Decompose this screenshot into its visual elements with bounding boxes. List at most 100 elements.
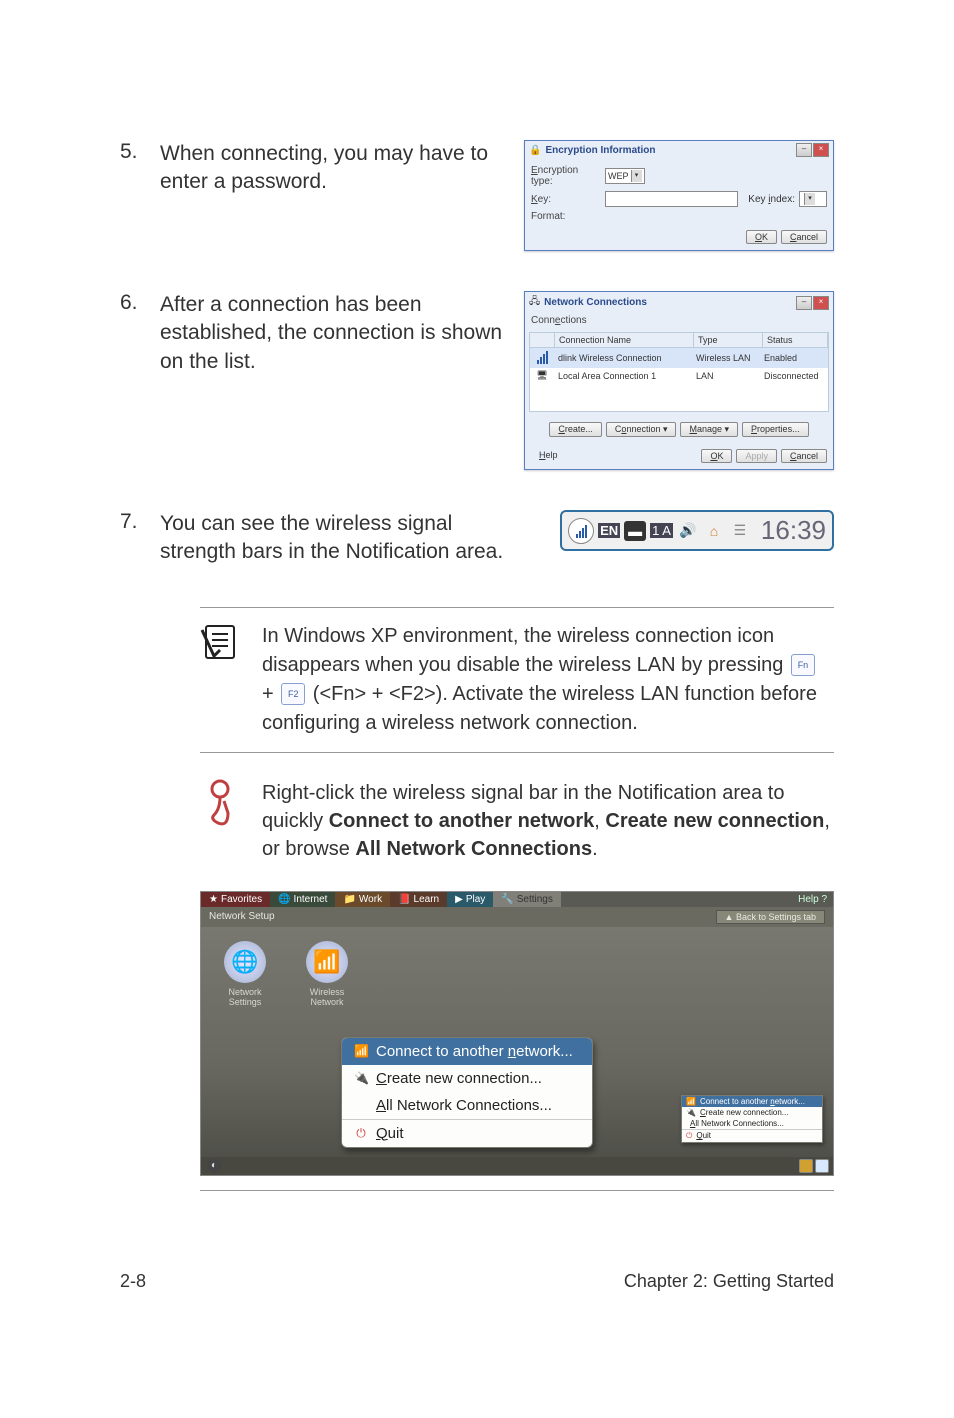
launcher-window: ★Favorites 🌐Internet 📁Work 📕Learn ▶Play … xyxy=(200,891,834,1176)
ctx-quit[interactable]: ⏻ Quit xyxy=(342,1119,592,1147)
divider xyxy=(200,1190,834,1191)
fn-key-icon: Fn xyxy=(791,654,815,676)
desktop-icon-wireless-network[interactable]: 📶 Wireless Network xyxy=(297,941,357,1007)
shield-icon: ⌂ xyxy=(703,521,725,541)
tab-work[interactable]: 📁Work xyxy=(335,892,390,907)
step-number: 5. xyxy=(120,140,160,164)
lang-indicator[interactable]: EN xyxy=(598,523,620,538)
step-6: 6. After a connection has been establish… xyxy=(120,291,834,470)
help-link[interactable]: Help ? xyxy=(792,892,833,907)
mini-ctx-all[interactable]: All Network Connections... xyxy=(682,1118,822,1129)
ctx-all-connections[interactable]: All Network Connections... xyxy=(342,1092,592,1119)
create-button[interactable]: Create... xyxy=(549,422,602,437)
cancel-button[interactable]: Cancel xyxy=(781,449,827,463)
minimize-button[interactable]: – xyxy=(796,296,812,310)
network-globe-icon: 🌐 xyxy=(224,941,266,983)
note-icon xyxy=(200,622,242,667)
encryption-dialog-figure: 🔒 Encryption Information – × EEncryption… xyxy=(524,140,834,251)
tab-learn[interactable]: 📕Learn xyxy=(390,892,447,907)
minimize-button[interactable]: – xyxy=(796,143,812,157)
chevron-down-icon: ▾ xyxy=(631,170,642,182)
key-label: Key: xyxy=(531,194,601,205)
start-button[interactable]: ◐ xyxy=(207,1159,221,1173)
globe-icon: 🌐 xyxy=(278,894,290,905)
ok-button[interactable]: OK xyxy=(701,449,732,463)
apply-button[interactable]: Apply xyxy=(736,449,777,463)
page-number: 2-8 xyxy=(120,1271,146,1292)
col-name: Connection Name xyxy=(555,333,694,347)
context-menu: 📶 Connect to another network... 🔌 Create… xyxy=(341,1037,593,1148)
dialog-titlebar: 🖧 Network Connections – × xyxy=(525,292,833,313)
play-icon: ▶ xyxy=(455,894,463,905)
table-row[interactable]: 🖥 Local Area Connection 1 LAN Disconnect… xyxy=(530,368,828,383)
mini-ctx-quit[interactable]: ⏻Quit xyxy=(682,1129,822,1142)
ctx-create-connection[interactable]: 🔌 Create new connection... xyxy=(342,1065,592,1092)
dialog-titlebar: 🔒 Encryption Information – × xyxy=(525,141,833,159)
indicator-1a: 1 A xyxy=(650,523,673,538)
close-button[interactable]: × xyxy=(813,296,829,310)
cancel-button[interactable]: Cancel xyxy=(781,230,827,244)
ctx-connect-another[interactable]: 📶 Connect to another network... xyxy=(342,1038,592,1065)
menu-connections[interactable]: Connections xyxy=(525,313,833,328)
wrench-icon: 🔧 xyxy=(501,894,513,905)
encryption-dialog: 🔒 Encryption Information – × EEncryption… xyxy=(524,140,834,251)
chevron-down-icon: ▾ xyxy=(804,193,815,205)
tab-play[interactable]: ▶Play xyxy=(447,892,493,907)
desktop-icon-network-settings[interactable]: 🌐 Network Settings xyxy=(215,941,275,1007)
encryption-type-combo[interactable]: WEP▾ xyxy=(605,168,645,184)
note-text: In Windows XP environment, the wireless … xyxy=(262,622,834,738)
step-5: 5. When connecting, you may have to ente… xyxy=(120,140,834,251)
help-button[interactable]: Help xyxy=(531,449,566,463)
connections-table: Connection Name Type Status dlink Wirele… xyxy=(529,332,829,412)
tab-favorites[interactable]: ★Favorites xyxy=(201,892,270,907)
table-row[interactable]: dlink Wireless Connection Wireless LAN E… xyxy=(530,348,828,368)
network-dialog-figure: 🖧 Network Connections – × Connections Co… xyxy=(524,291,834,470)
power-icon: ⏻ xyxy=(354,1126,368,1141)
network-connections-dialog: 🖧 Network Connections – × Connections Co… xyxy=(524,291,834,470)
tip-block: Right-click the wireless signal bar in t… xyxy=(200,765,834,877)
volume-icon[interactable]: 🔊 xyxy=(677,521,699,541)
plug-icon: 🔌 xyxy=(354,1071,368,1085)
key-field[interactable] xyxy=(605,191,738,207)
manage-button[interactable]: Manage ▾ xyxy=(680,422,738,437)
tray-wifi-icon[interactable] xyxy=(815,1159,829,1173)
tab-internet[interactable]: 🌐Internet xyxy=(270,892,335,907)
note-block: In Windows XP environment, the wireless … xyxy=(200,607,834,753)
back-button[interactable]: ▲ Back to Settings tab xyxy=(716,910,825,924)
tray-figure: EN ▬ 1 A 🔊 ⌂ ☰ 16:39 xyxy=(524,510,834,551)
mini-ctx-create[interactable]: 🔌Create new connection... xyxy=(682,1107,822,1118)
battery-icon: ▬ xyxy=(624,521,646,541)
format-label: Format: xyxy=(531,211,601,222)
step-text: When connecting, you may have to enter a… xyxy=(160,140,524,197)
folder-icon: 📁 xyxy=(343,894,355,905)
launcher-subbar: Network Setup ▲ Back to Settings tab xyxy=(201,907,833,927)
subbar-title: Network Setup xyxy=(209,911,275,922)
keyindex-label: Key index: xyxy=(748,194,795,205)
tip-icon xyxy=(200,779,242,834)
dialog-title: Encryption Information xyxy=(545,145,655,156)
tray-icon[interactable] xyxy=(799,1159,813,1173)
tab-settings[interactable]: 🔧Settings xyxy=(493,892,561,907)
page-footer: 2-8 Chapter 2: Getting Started xyxy=(120,1271,834,1292)
clock: 16:39 xyxy=(761,515,826,546)
step-7: 7. You can see the wireless signal stren… xyxy=(120,510,834,567)
keyindex-combo[interactable]: ▾ xyxy=(799,191,827,207)
plug-icon: 🔌 xyxy=(686,1108,696,1117)
wireless-globe-icon: 📶 xyxy=(306,941,348,983)
properties-button[interactable]: Properties... xyxy=(742,422,809,437)
close-button[interactable]: × xyxy=(813,143,829,157)
book-icon: 📕 xyxy=(398,894,410,905)
mini-ctx-connect[interactable]: 📶Connect to another network... xyxy=(682,1096,822,1107)
connection-button[interactable]: Connection ▾ xyxy=(606,422,677,437)
step-text: You can see the wireless signal strength… xyxy=(160,510,524,567)
step-number: 7. xyxy=(120,510,160,534)
system-tray: EN ▬ 1 A 🔊 ⌂ ☰ 16:39 xyxy=(560,510,834,551)
power-icon: ⏻ xyxy=(686,1131,692,1141)
encryption-type-label: EEncryption type:ncryption type: xyxy=(531,165,601,187)
wifi-icon: 📶 xyxy=(354,1044,368,1058)
wifi-signal-icon[interactable] xyxy=(568,518,594,544)
ok-button[interactable]: OK xyxy=(746,230,777,244)
f2-key-icon: F2 xyxy=(281,683,305,705)
step-number: 6. xyxy=(120,291,160,315)
wifi-icon xyxy=(530,348,554,368)
